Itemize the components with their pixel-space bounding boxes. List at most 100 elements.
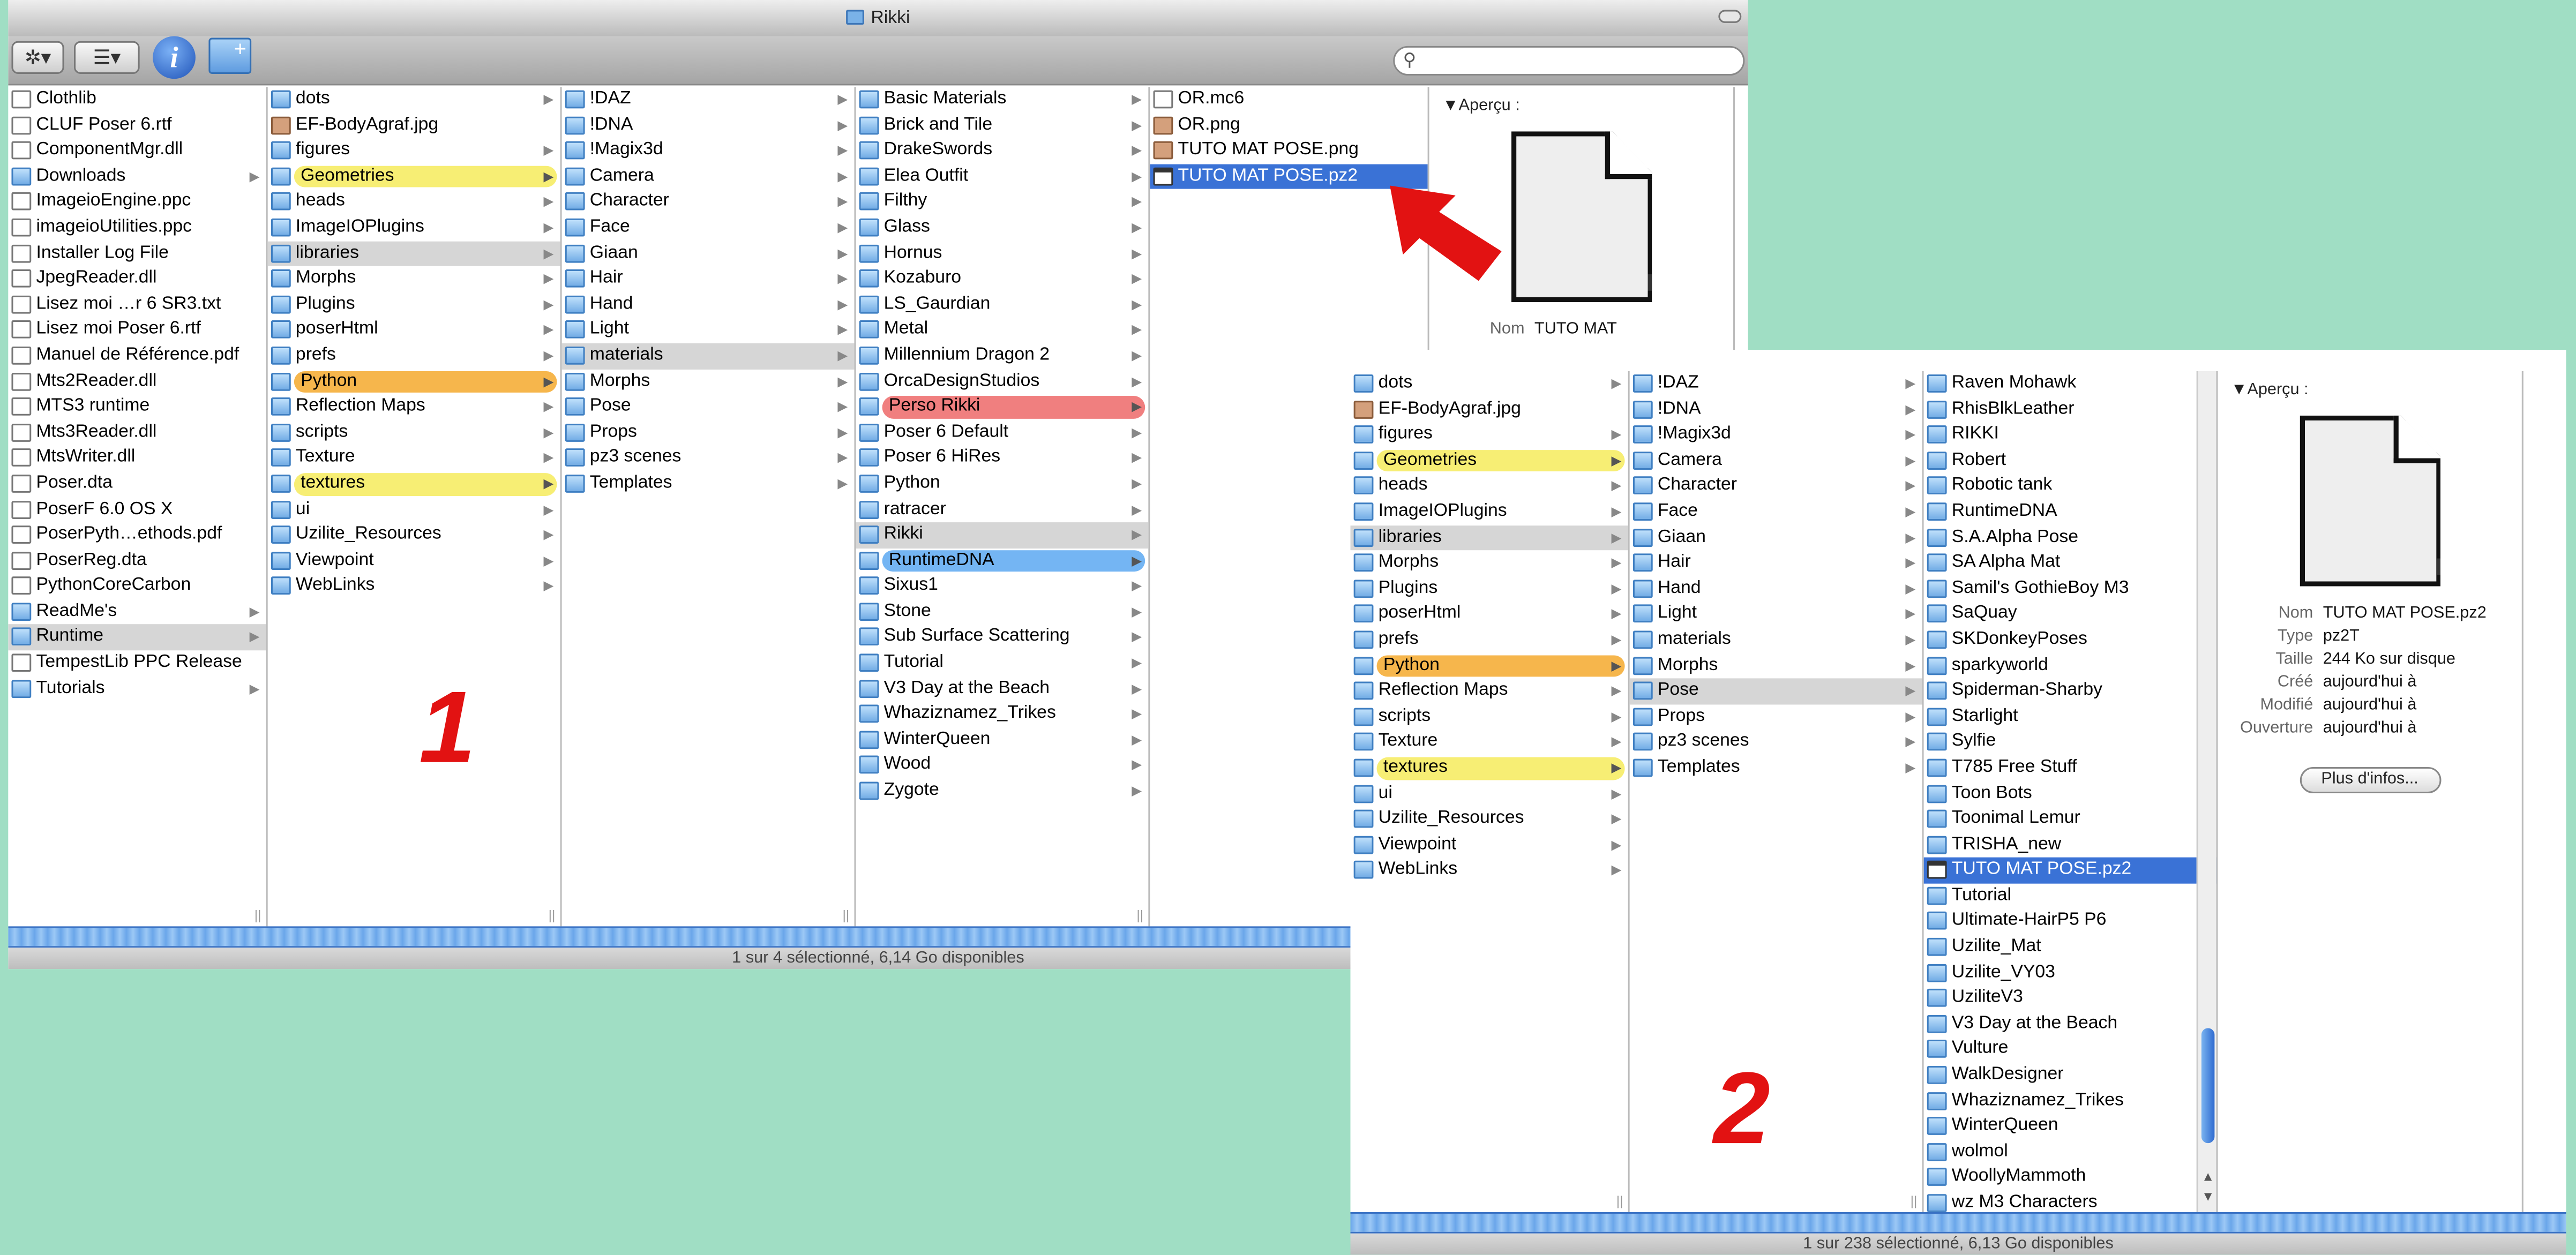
- file-item[interactable]: TUTO MAT POSE.png: [1150, 138, 1427, 164]
- folder-item[interactable]: Robotic tank▶: [1924, 474, 2216, 499]
- folder-item[interactable]: Morphs ▶: [268, 266, 560, 292]
- folder-item[interactable]: DrakeSwords ▶: [856, 138, 1149, 164]
- folder-item[interactable]: Toonimal Lemur▶: [1924, 807, 2216, 832]
- folder-item[interactable]: SaQuay▶: [1924, 602, 2216, 627]
- file-item[interactable]: ImageioEngine.ppc: [8, 190, 266, 215]
- folder-item[interactable]: Plugins ▶: [268, 292, 560, 318]
- folder-item[interactable]: Kozaburo ▶: [856, 266, 1149, 292]
- folder-item[interactable]: pz3 scenes ▶: [562, 446, 855, 471]
- file-item[interactable]: PythonCoreCarbon: [8, 574, 266, 599]
- folder-item[interactable]: WebLinks ▶: [1350, 858, 1628, 883]
- folder-item[interactable]: poserHtml ▶: [268, 318, 560, 343]
- folder-item[interactable]: RhisBlkLeather▶: [1924, 397, 2216, 423]
- file-item[interactable]: Mts2Reader.dll: [8, 369, 266, 394]
- folder-item[interactable]: Geometries ▶: [268, 164, 560, 190]
- folder-item[interactable]: dots ▶: [268, 87, 560, 113]
- folder-item[interactable]: TRISHA_new▶: [1924, 832, 2216, 858]
- folder-item[interactable]: ratracer ▶: [856, 497, 1149, 523]
- column-resize-handle[interactable]: ||: [1616, 1194, 1623, 1209]
- folder-item[interactable]: Hornus ▶: [856, 241, 1149, 266]
- folder-item[interactable]: SA Alpha Mat▶: [1924, 551, 2216, 576]
- folder-item[interactable]: Glass ▶: [856, 215, 1149, 241]
- file-item[interactable]: CLUF Poser 6.rtf: [8, 112, 266, 138]
- folder-item[interactable]: Poser 6 HiRes ▶: [856, 446, 1149, 471]
- horizontal-scrollbar[interactable]: [1350, 1212, 2566, 1234]
- window1-column-1[interactable]: Clothlib CLUF Poser 6.rtf ComponentMgr.dll…: [8, 87, 268, 927]
- file-item[interactable]: EF-BodyAgraf.jpg: [268, 112, 560, 138]
- folder-item[interactable]: Wood ▶: [856, 753, 1149, 779]
- file-item[interactable]: Installer Log File: [8, 241, 266, 266]
- folder-item[interactable]: Pose ▶: [1629, 678, 1922, 704]
- folder-item[interactable]: ImageIOPlugins ▶: [1350, 499, 1628, 525]
- window2-column-3[interactable]: Raven Mohawk▶RhisBlkLeather▶RIKKI▶Robert…: [1923, 371, 2218, 1212]
- folder-item[interactable]: Ultimate-HairP5 P6▶: [1924, 909, 2216, 935]
- folder-item[interactable]: Brick and Tile ▶: [856, 112, 1149, 138]
- folder-item[interactable]: scripts ▶: [1350, 704, 1628, 730]
- column-resize-handle[interactable]: ||: [254, 908, 261, 923]
- folder-item[interactable]: !DAZ ▶: [562, 87, 855, 113]
- folder-item[interactable]: RuntimeDNA ▶: [856, 548, 1149, 574]
- folder-item[interactable]: Sylfie▶: [1924, 730, 2216, 755]
- folder-item[interactable]: Texture ▶: [1350, 730, 1628, 755]
- folder-item[interactable]: Rikki ▶: [856, 522, 1149, 548]
- folder-item[interactable]: Tutorial▶: [1924, 883, 2216, 909]
- scroll-up-arrow-icon[interactable]: ▲: [2198, 1169, 2216, 1189]
- folder-item[interactable]: WinterQueen▶: [856, 727, 1149, 753]
- file-item[interactable]: EF-BodyAgraf.jpg: [1350, 397, 1628, 423]
- search-input[interactable]: ⚲: [1393, 46, 1745, 76]
- folder-item[interactable]: Light ▶: [562, 318, 855, 343]
- folder-item[interactable]: Whaziznamez_Trikes▶: [1924, 1088, 2216, 1114]
- folder-item[interactable]: !Magix3d ▶: [1630, 423, 1922, 448]
- folder-item[interactable]: figures ▶: [268, 138, 560, 164]
- file-item[interactable]: TUTO MAT POSE.pz2: [1923, 858, 2216, 884]
- folder-item[interactable]: Whaziznamez_Trikes▶: [856, 702, 1149, 727]
- file-item[interactable]: TempestLib PPC Release: [8, 650, 266, 676]
- new-folder-button[interactable]: +: [208, 37, 252, 74]
- column-resize-handle[interactable]: ||: [549, 908, 556, 923]
- folder-item[interactable]: scripts ▶: [268, 420, 560, 446]
- folder-item[interactable]: Vulture▶: [1924, 1037, 2216, 1063]
- folder-item[interactable]: Metal ▶: [856, 318, 1149, 343]
- folder-item[interactable]: Light ▶: [1630, 602, 1922, 627]
- folder-item[interactable]: Uzilite_VY03▶: [1924, 960, 2216, 986]
- window1-column-4[interactable]: Basic Materials ▶ Brick and Tile ▶ DrakeSwor…: [856, 87, 1150, 927]
- scroll-down-arrow-icon[interactable]: ▼: [2198, 1189, 2216, 1209]
- window1-column-2[interactable]: dots ▶ EF-BodyAgraf.jpg figures ▶ Geometries ▶…: [267, 87, 562, 927]
- folder-item[interactable]: Character ▶: [562, 190, 855, 215]
- folder-item[interactable]: Pose ▶: [562, 394, 855, 420]
- folder-item[interactable]: !DNA ▶: [1630, 397, 1922, 423]
- folder-item[interactable]: libraries ▶: [1350, 524, 1628, 551]
- folder-item[interactable]: ui ▶: [268, 497, 560, 523]
- folder-item[interactable]: Tutorial▶: [856, 650, 1149, 676]
- folder-item[interactable]: Runtime ▶: [8, 625, 266, 651]
- folder-item[interactable]: textures ▶: [268, 471, 560, 497]
- folder-item[interactable]: Hand ▶: [1630, 576, 1922, 602]
- window2-column-1[interactable]: dots ▶ EF-BodyAgraf.jpg figures ▶ Geometries ▶…: [1350, 371, 1630, 1212]
- folder-item[interactable]: S.A.Alpha Pose▶: [1924, 525, 2216, 551]
- folder-item[interactable]: !DNA ▶: [562, 112, 855, 138]
- folder-item[interactable]: Millennium Dragon 2 ▶: [856, 343, 1149, 369]
- window2-column-2[interactable]: !DAZ ▶ !DNA ▶ !Magix3d ▶ Camera ▶ Character ▶ Face…: [1629, 371, 1924, 1212]
- folder-item[interactable]: Python ▶: [1350, 653, 1628, 679]
- folder-item[interactable]: Basic Materials ▶: [856, 87, 1149, 113]
- folder-item[interactable]: wz M3 Characters▶: [1924, 1191, 2216, 1212]
- folder-item[interactable]: poserHtml ▶: [1350, 602, 1628, 627]
- folder-item[interactable]: prefs ▶: [1350, 627, 1628, 653]
- folder-item[interactable]: Viewpoint ▶: [1350, 832, 1628, 858]
- folder-item[interactable]: Morphs ▶: [562, 369, 855, 394]
- folder-item[interactable]: WinterQueen▶: [1924, 1114, 2216, 1140]
- file-item[interactable]: PoserF 6.0 OS X: [8, 497, 266, 523]
- folder-item[interactable]: LS_Gaurdian ▶: [856, 292, 1149, 318]
- folder-item[interactable]: sparkyworld▶: [1924, 653, 2216, 679]
- file-item[interactable]: PoserPyth…ethods.pdf: [8, 522, 266, 548]
- folder-item[interactable]: heads ▶: [268, 190, 560, 215]
- window1-column-3[interactable]: !DAZ ▶ !DNA ▶ !Magix3d ▶ Camera ▶ Character ▶ Face…: [561, 87, 856, 927]
- file-item[interactable]: Lisez moi …r 6 SR3.txt: [8, 292, 266, 318]
- folder-item[interactable]: Giaan ▶: [1630, 525, 1922, 551]
- file-item[interactable]: OR.png: [1150, 112, 1427, 138]
- column-resize-handle[interactable]: ||: [1136, 908, 1143, 923]
- folder-item[interactable]: Reflection Maps ▶: [1350, 679, 1628, 704]
- folder-item[interactable]: Elea Outfit ▶: [856, 164, 1149, 190]
- folder-item[interactable]: Morphs ▶: [1350, 551, 1628, 576]
- folder-item[interactable]: ImageIOPlugins ▶: [268, 215, 560, 241]
